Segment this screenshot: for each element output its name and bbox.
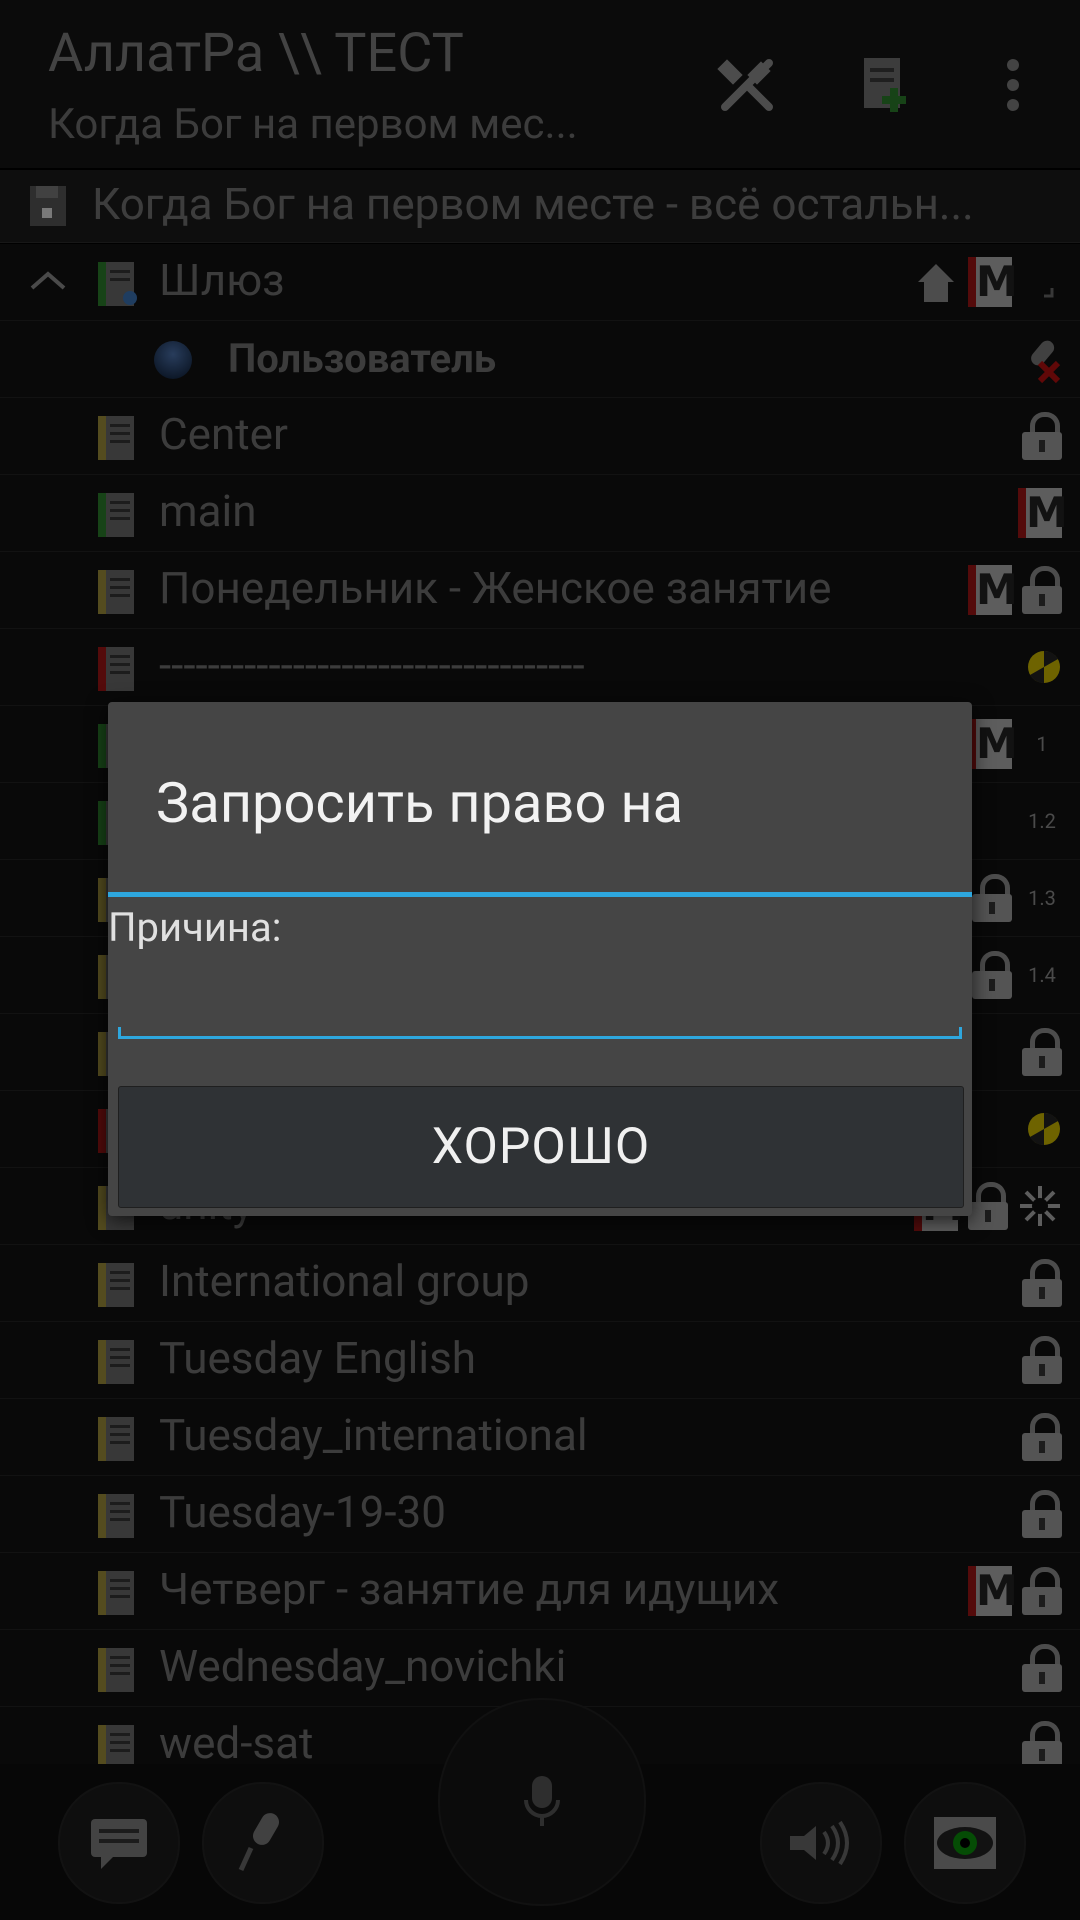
request-permission-dialog: Запросить право на Причина: ХОРОШО — [108, 702, 972, 1216]
dialog-title: Запросить право на — [156, 770, 684, 836]
reason-input-underline — [118, 1027, 962, 1039]
reason-input[interactable] — [118, 982, 966, 1044]
ok-button[interactable]: ХОРОШО — [118, 1086, 964, 1208]
dialog-divider — [108, 892, 972, 897]
reason-label: Причина: — [108, 904, 282, 951]
